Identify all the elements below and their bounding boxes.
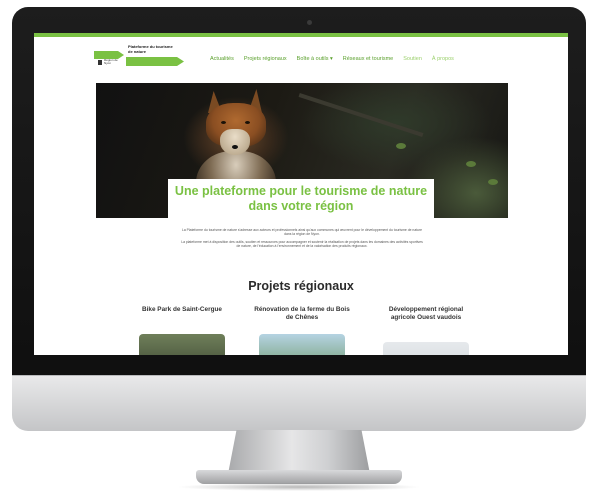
hero-title: Une plateforme pour le tourisme de natur…: [174, 184, 428, 213]
project-card[interactable]: Rénovation de la ferme du Bois de Chênes: [252, 306, 352, 355]
intro-text: La Plateforme du tourisme de nature s'ad…: [180, 228, 424, 249]
region-mark-icon: [98, 60, 102, 65]
logo-subtitle: Région de Nyon: [104, 58, 118, 66]
monitor-stand-base: [196, 470, 402, 484]
project-title: Bike Park de Saint-Cergue: [142, 306, 222, 313]
intro-paragraph: La plateforme met à disposition des outi…: [181, 239, 423, 249]
project-title: Développement régional agricole Ouest va…: [388, 306, 464, 321]
monitor-stand: [228, 430, 370, 474]
logo-title: Plateforme du tourisme de nature: [128, 44, 173, 54]
nav-item-actualites[interactable]: Actualités: [210, 56, 234, 62]
section-title: Projets régionaux: [248, 279, 354, 293]
project-image[interactable]: [259, 334, 345, 355]
screen: Plateforme du tourisme de nature Région …: [34, 33, 568, 355]
webcam-icon: [307, 20, 312, 25]
fox-muzzle: [220, 129, 250, 155]
fox-nose: [232, 145, 238, 149]
nav-item-reseaux-tourisme[interactable]: Réseaux et tourisme: [343, 56, 393, 62]
nav-item-boite-a-outils[interactable]: Boîte à outils ▾: [297, 56, 333, 62]
nav-item-soutien[interactable]: Soutien: [403, 56, 422, 62]
site-header: Plateforme du tourisme de nature Région …: [34, 37, 568, 75]
project-card[interactable]: Bike Park de Saint-Cergue: [132, 306, 232, 355]
nav-item-a-propos[interactable]: À propos: [432, 56, 454, 62]
monitor-chin: [12, 375, 586, 431]
hero-title-box: Une plateforme pour le tourisme de natur…: [168, 179, 434, 221]
branch-shape: [298, 93, 424, 137]
leaf-shape: [396, 143, 406, 149]
stand-shadow: [176, 483, 422, 491]
project-title: Rénovation de la ferme du Bois de Chênes: [254, 306, 350, 321]
leaf-shape: [466, 161, 476, 167]
project-image[interactable]: [139, 334, 225, 355]
project-image[interactable]: [383, 342, 469, 355]
logo-banner-shape: [126, 57, 184, 66]
main-nav: Actualités Projets régionaux Boîte à out…: [210, 56, 454, 62]
nav-item-projets-regionaux[interactable]: Projets régionaux: [244, 56, 287, 62]
intro-paragraph: La Plateforme du tourisme de nature s'ad…: [181, 228, 423, 237]
fox-eye: [221, 121, 226, 124]
leaf-shape: [488, 179, 498, 185]
project-card[interactable]: Développement régional agricole Ouest va…: [376, 306, 476, 355]
fox-eye: [245, 121, 250, 124]
